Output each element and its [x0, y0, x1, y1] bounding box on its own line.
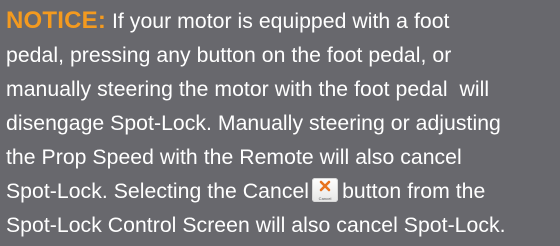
notice-line-7: Spot-Lock Control Screen will also cance… [6, 214, 506, 237]
notice-line-6-start: Spot-Lock. Selecting the Cancel [6, 180, 310, 203]
close-icon [319, 180, 331, 192]
notice-line-5: the Prop Speed with the Remote will also… [6, 146, 462, 169]
notice-line-6-end: button from the [342, 180, 486, 203]
notice-line-1: NOTICE: If your motor is equipped with a… [6, 4, 554, 39]
notice-line-1-text: If your motor is equipped with a foot [106, 10, 450, 33]
notice-box: NOTICE: If your motor is equipped with a… [0, 0, 560, 246]
notice-line-2: pedal, pressing any button on the foot p… [6, 44, 452, 67]
notice-line-6: Spot-Lock. Selecting the Cancel Cancel but… [6, 175, 554, 209]
notice-line-4: disengage Spot-Lock. Manually steering o… [6, 112, 501, 135]
notice-line-3: manually steering the motor with the foo… [6, 78, 490, 101]
cancel-icon-caption: Cancel [318, 196, 332, 201]
notice-paragraph: NOTICE: If your motor is equipped with a… [6, 4, 554, 243]
cancel-button-icon: Cancel [312, 178, 339, 202]
notice-label: NOTICE: [6, 7, 107, 34]
